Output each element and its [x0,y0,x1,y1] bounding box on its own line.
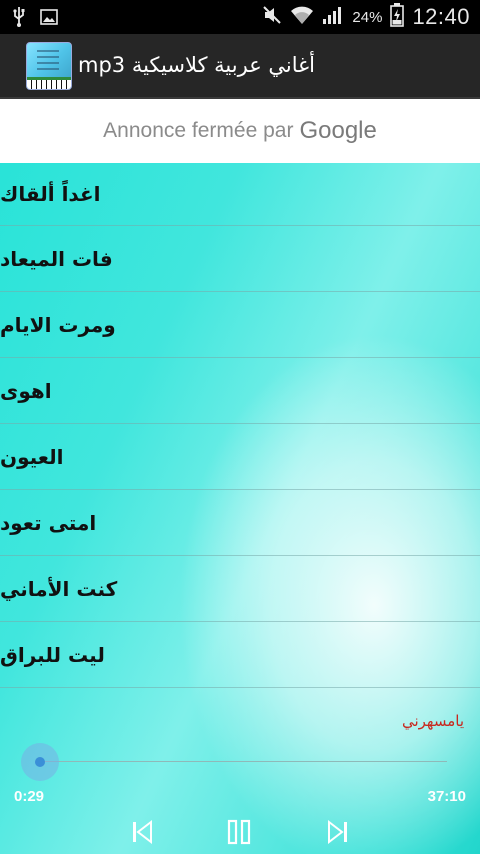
pause-icon [227,819,251,845]
status-bar-right: 24% 12:40 [262,0,470,34]
ad-brand: Google [299,117,377,144]
song-item[interactable]: امتى تعود [0,490,480,556]
pause-button[interactable] [221,815,257,849]
total-time: 37:10 [427,788,466,805]
song-item[interactable]: ليت للبراق [0,622,480,688]
seek-bar-thumb[interactable] [21,743,60,781]
song-item[interactable]: ومرت الايام [0,292,480,358]
song-item[interactable]: فات الميعاد [0,226,480,292]
song-item[interactable]: اهوى [0,358,480,424]
battery-percent: 24% [352,8,383,26]
next-button[interactable] [320,815,356,849]
signal-icon [322,5,344,29]
status-bar: 24% 12:40 [0,0,480,34]
ad-banner[interactable]: Annonce fermée par Google [0,99,480,163]
current-time: 0:29 [14,788,45,805]
song-item[interactable]: اغداً ألقاك [0,163,480,226]
skip-previous-icon [133,820,152,844]
song-list-screen: اغداً ألقاك فات الميعاد ومرت الايام اهوى… [0,163,480,854]
status-bar-left [12,6,58,32]
battery-charging-icon [390,3,405,31]
clock: 12:40 [412,4,470,29]
song-item[interactable]: كنت الأماني [0,556,480,622]
skip-next-icon [328,820,347,844]
previous-button[interactable] [124,815,160,849]
mute-icon [262,5,282,29]
ad-closed-text: Annonce fermée par [103,119,294,142]
now-playing-title: يامسهرني [401,712,464,730]
seek-bar-thumb-dot [35,757,46,767]
player-controls [0,815,480,851]
song-list: اغداً ألقاك فات الميعاد ومرت الايام اهوى… [0,163,480,688]
app-title: أغاني عربية كلاسيكية mp3 [78,53,315,77]
usb-icon [12,6,26,32]
wifi-icon [290,5,314,29]
app-logo-icon[interactable] [26,42,72,90]
seek-bar-track[interactable] [35,761,447,762]
image-icon [40,9,58,29]
song-item[interactable]: العيون [0,424,480,490]
app-bar: أغاني عربية كلاسيكية mp3 [0,34,480,99]
